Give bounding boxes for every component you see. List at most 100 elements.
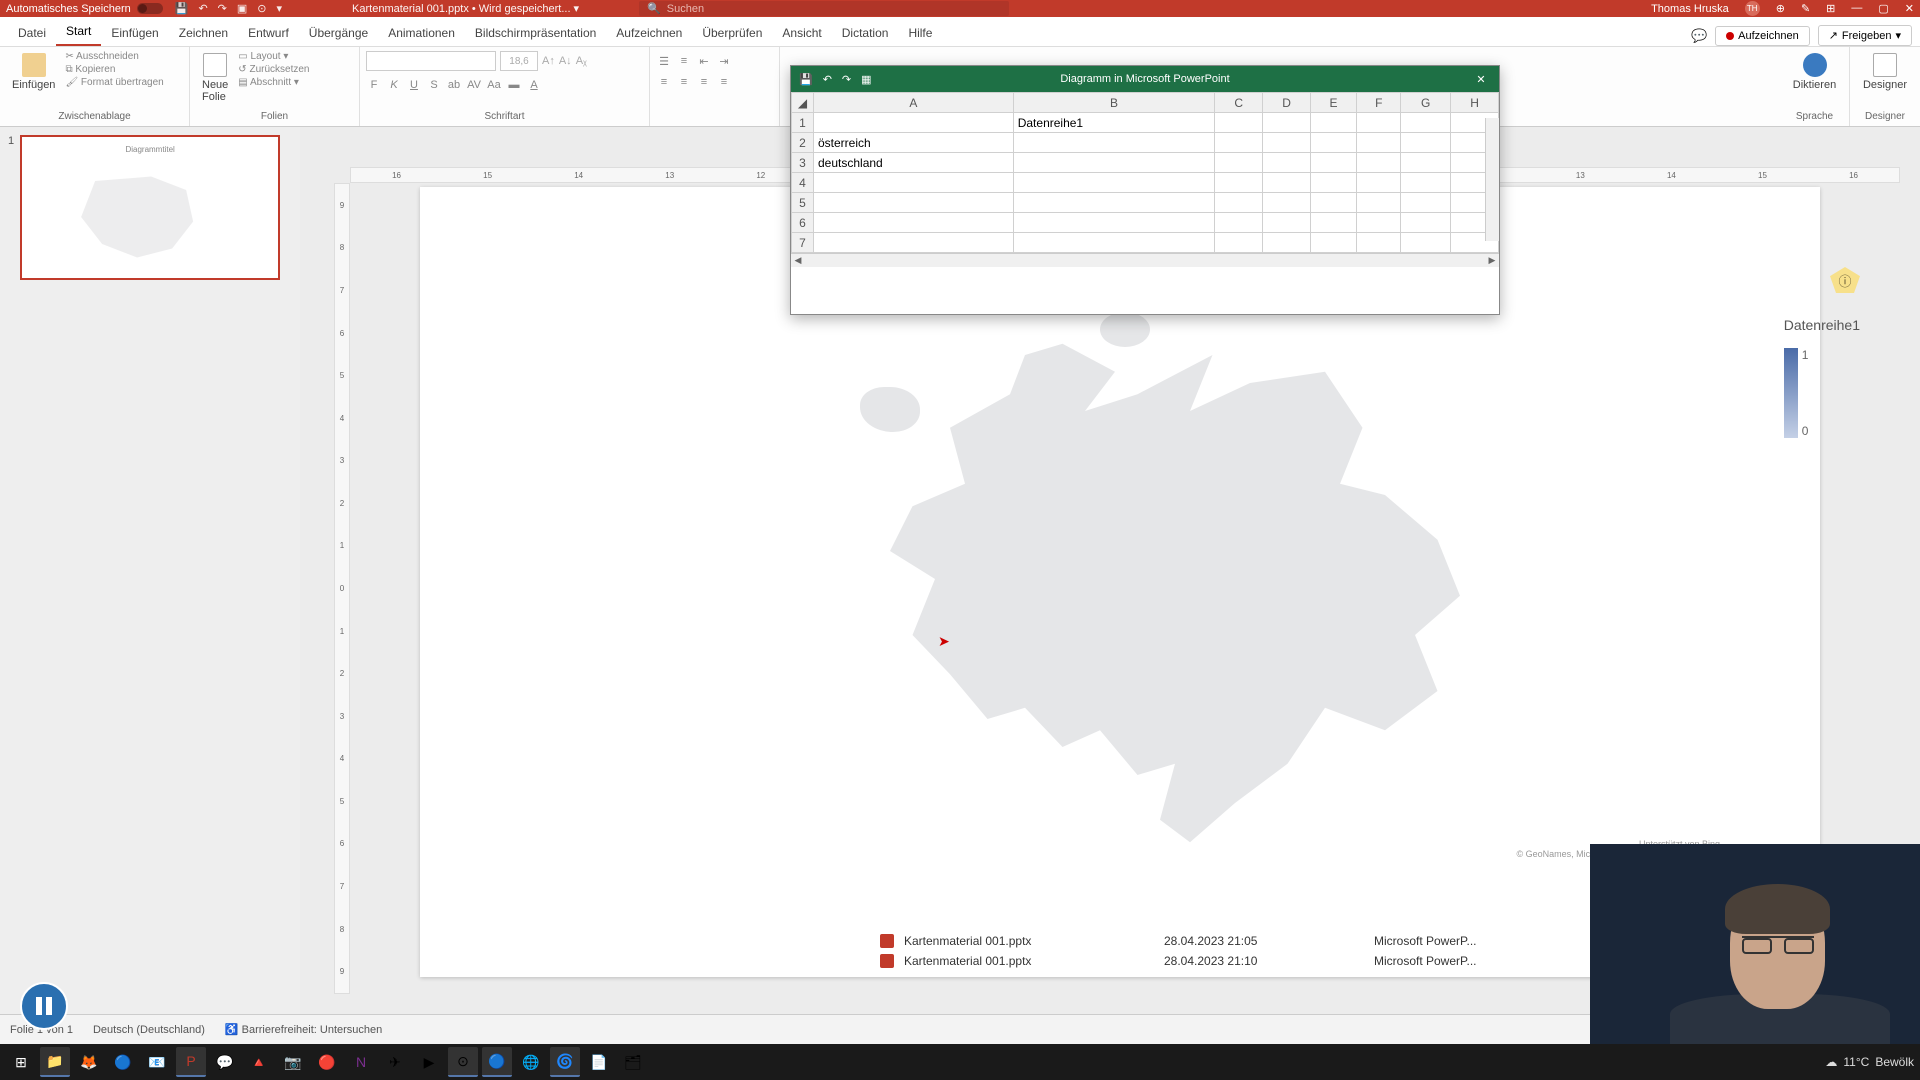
- cell-A1[interactable]: [814, 113, 1014, 133]
- map-chart[interactable]: [800, 327, 1550, 887]
- tab-dictation[interactable]: Dictation: [832, 20, 899, 46]
- horizontal-scrollbar[interactable]: ◀ ▶: [791, 253, 1499, 267]
- align-right-icon[interactable]: ≡: [696, 76, 712, 88]
- clear-format-icon[interactable]: Aᵪ: [576, 55, 587, 67]
- redo-icon[interactable]: ↷: [218, 2, 227, 15]
- font-size-input[interactable]: [500, 51, 538, 71]
- task-powerpoint[interactable]: P: [176, 1047, 206, 1077]
- cell-G4[interactable]: [1401, 173, 1451, 193]
- row-header-6[interactable]: 6: [792, 213, 814, 233]
- tab-animationen[interactable]: Animationen: [378, 20, 465, 46]
- slide-thumbnails-panel[interactable]: 1 Diagrammtitel: [0, 127, 300, 1014]
- tab-aufzeichnen[interactable]: Aufzeichnen: [606, 20, 692, 46]
- reset-button[interactable]: ↺ Zurücksetzen: [238, 64, 309, 75]
- cell-G5[interactable]: [1401, 193, 1451, 213]
- indent-decrease-icon[interactable]: ⇤: [696, 55, 712, 68]
- tab-bildschirmpraesentation[interactable]: Bildschirmpräsentation: [465, 20, 606, 46]
- cell-C7[interactable]: [1215, 233, 1263, 253]
- cell-F5[interactable]: [1357, 193, 1401, 213]
- justify-icon[interactable]: ≡: [716, 76, 732, 88]
- select-all-cell[interactable]: ◢: [792, 93, 814, 113]
- cell-D4[interactable]: [1263, 173, 1311, 193]
- col-header-D[interactable]: D: [1263, 93, 1311, 113]
- spacing-icon[interactable]: AV: [466, 79, 482, 91]
- row-header-5[interactable]: 5: [792, 193, 814, 213]
- task-app-3[interactable]: 🔴: [312, 1047, 342, 1077]
- task-onenote[interactable]: N: [346, 1047, 376, 1077]
- shadow-icon[interactable]: ab: [446, 79, 462, 91]
- sync-icon[interactable]: ⊕: [1776, 2, 1785, 15]
- font-color-icon[interactable]: A: [526, 79, 542, 91]
- col-header-B[interactable]: B: [1013, 93, 1215, 113]
- cw-save-icon[interactable]: 💾: [799, 73, 813, 86]
- col-header-H[interactable]: H: [1451, 93, 1499, 113]
- cw-table-icon[interactable]: ▦: [861, 73, 871, 86]
- cell-C4[interactable]: [1215, 173, 1263, 193]
- tab-entwurf[interactable]: Entwurf: [238, 20, 299, 46]
- slide-thumbnail-1[interactable]: Diagrammtitel: [20, 135, 280, 280]
- row-header-2[interactable]: 2: [792, 133, 814, 153]
- toggle-switch-icon[interactable]: [137, 3, 163, 14]
- cell-B3[interactable]: [1013, 153, 1215, 173]
- task-app-1[interactable]: 💬: [210, 1047, 240, 1077]
- align-center-icon[interactable]: ≡: [676, 76, 692, 88]
- cell-A2[interactable]: österreich: [814, 133, 1014, 153]
- undo-icon[interactable]: ↶: [198, 2, 207, 15]
- cell-D3[interactable]: [1263, 153, 1311, 173]
- cell-F7[interactable]: [1357, 233, 1401, 253]
- cell-F3[interactable]: [1357, 153, 1401, 173]
- document-title[interactable]: Kartenmaterial 001.pptx • Wird gespeiche…: [352, 2, 579, 15]
- cell-E5[interactable]: [1311, 193, 1357, 213]
- col-header-A[interactable]: A: [814, 93, 1014, 113]
- chart-info-badge[interactable]: ⓘ: [1830, 267, 1860, 293]
- cell-E6[interactable]: [1311, 213, 1357, 233]
- task-app-4[interactable]: ▶: [414, 1047, 444, 1077]
- cell-G1[interactable]: [1401, 113, 1451, 133]
- section-button[interactable]: ▤ Abschnitt ▾: [238, 77, 309, 88]
- cell-D6[interactable]: [1263, 213, 1311, 233]
- task-app-8[interactable]: 🗂: [618, 1047, 648, 1077]
- user-name[interactable]: Thomas Hruska: [1651, 3, 1729, 15]
- task-outlook[interactable]: 📧: [142, 1047, 172, 1077]
- cell-D2[interactable]: [1263, 133, 1311, 153]
- spreadsheet-grid[interactable]: ◢ A B C D E F G H 1Datenreihe1 2österrei…: [791, 92, 1499, 253]
- row-header-3[interactable]: 3: [792, 153, 814, 173]
- cell-G3[interactable]: [1401, 153, 1451, 173]
- col-header-C[interactable]: C: [1215, 93, 1263, 113]
- present-from-start-icon[interactable]: ▣: [237, 2, 247, 15]
- vertical-scrollbar[interactable]: [1485, 118, 1499, 241]
- cell-F1[interactable]: [1357, 113, 1401, 133]
- cell-A6[interactable]: [814, 213, 1014, 233]
- bullets-icon[interactable]: ☰: [656, 55, 672, 68]
- cell-E4[interactable]: [1311, 173, 1357, 193]
- cell-B4[interactable]: [1013, 173, 1215, 193]
- cw-redo-icon[interactable]: ↷: [842, 73, 851, 86]
- chart-data-window[interactable]: 💾 ↶ ↷ ▦ Diagramm in Microsoft PowerPoint…: [790, 65, 1500, 315]
- tab-ansicht[interactable]: Ansicht: [772, 20, 831, 46]
- format-painter-button[interactable]: 🖌 Format übertragen: [65, 77, 163, 88]
- cell-F2[interactable]: [1357, 133, 1401, 153]
- scroll-right-icon[interactable]: ▶: [1485, 255, 1499, 266]
- task-chrome[interactable]: 🔵: [108, 1047, 138, 1077]
- task-obs[interactable]: ⊙: [448, 1047, 478, 1077]
- task-vlc[interactable]: 🔺: [244, 1047, 274, 1077]
- autosave-toggle[interactable]: Automatisches Speichern: [6, 3, 163, 15]
- qat-dropdown-icon[interactable]: ▾: [277, 2, 283, 15]
- cell-D5[interactable]: [1263, 193, 1311, 213]
- numbering-icon[interactable]: ≡: [676, 55, 692, 68]
- cell-A3[interactable]: deutschland: [814, 153, 1014, 173]
- chart-window-close-icon[interactable]: ✕: [1471, 73, 1491, 86]
- cell-E2[interactable]: [1311, 133, 1357, 153]
- tab-ueberpruefen[interactable]: Überprüfen: [692, 20, 772, 46]
- cell-D1[interactable]: [1263, 113, 1311, 133]
- cell-D7[interactable]: [1263, 233, 1311, 253]
- bold-icon[interactable]: F: [366, 79, 382, 91]
- minimize-icon[interactable]: —: [1851, 2, 1862, 15]
- cell-E7[interactable]: [1311, 233, 1357, 253]
- cell-E3[interactable]: [1311, 153, 1357, 173]
- task-firefox[interactable]: 🦊: [74, 1047, 104, 1077]
- save-icon[interactable]: 💾: [175, 2, 189, 15]
- cell-A7[interactable]: [814, 233, 1014, 253]
- copy-button[interactable]: ⧉ Kopieren: [65, 64, 163, 75]
- tab-datei[interactable]: Datei: [8, 20, 56, 46]
